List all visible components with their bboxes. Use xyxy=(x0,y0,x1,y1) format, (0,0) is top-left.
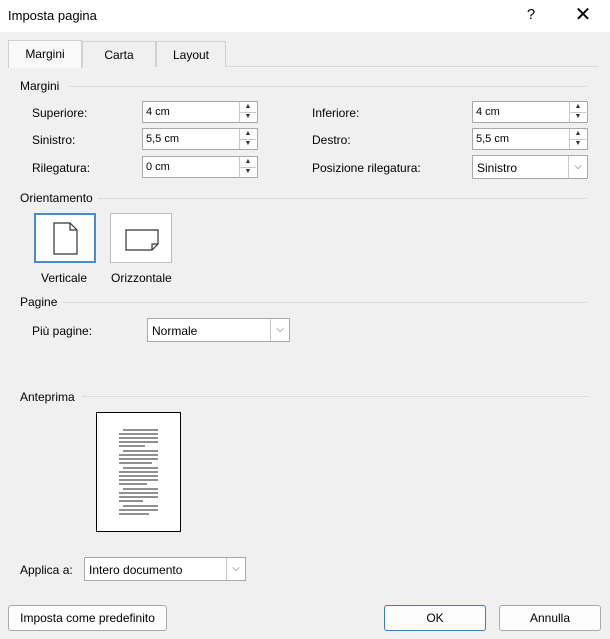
margins-separator xyxy=(68,86,588,87)
cancel-button[interactable]: Annulla xyxy=(499,605,601,631)
spinner-buttons: ▲ ▼ xyxy=(569,102,587,122)
bottom-margin-spinner[interactable]: 4 cm ▲ ▼ xyxy=(472,101,588,123)
pages-section-label: Pagine xyxy=(20,295,58,309)
set-default-button[interactable]: Imposta come predefinito xyxy=(8,605,167,631)
preview-text-lines xyxy=(119,429,158,515)
top-margin-spinner[interactable]: 4 cm ▲ ▼ xyxy=(142,101,258,123)
left-margin-spinner[interactable]: 5,5 cm ▲ ▼ xyxy=(142,128,258,150)
pages-separator xyxy=(62,302,588,303)
portrait-button[interactable] xyxy=(34,213,96,263)
left-margin-value[interactable]: 5,5 cm xyxy=(146,133,179,145)
tab-carta[interactable]: Carta xyxy=(82,41,156,67)
tab-margini[interactable]: Margini xyxy=(8,40,82,68)
page-preview xyxy=(96,412,181,532)
right-margin-value[interactable]: 5,5 cm xyxy=(476,133,509,145)
gutter-value[interactable]: 0 cm xyxy=(146,161,170,173)
spin-down-icon[interactable]: ▼ xyxy=(570,112,586,122)
portrait-label[interactable]: Verticale xyxy=(41,271,87,285)
ok-button[interactable]: OK xyxy=(384,605,486,631)
gutter-position-value: Sinistro xyxy=(477,161,518,175)
orientation-separator xyxy=(98,198,588,199)
landscape-button[interactable] xyxy=(110,213,172,263)
portrait-page-icon xyxy=(53,222,78,255)
chevron-down-icon[interactable]: ⌵ xyxy=(568,156,587,178)
right-margin-spinner[interactable]: 5,5 cm ▲ ▼ xyxy=(472,128,588,150)
landscape-label[interactable]: Orizzontale xyxy=(111,271,172,285)
tab-layout[interactable]: Layout xyxy=(156,41,226,67)
apply-to-select[interactable]: Intero documento ⌵ xyxy=(84,557,246,581)
preview-separator xyxy=(82,396,588,397)
preview-section-label: Anteprima xyxy=(20,390,75,404)
spin-down-icon[interactable]: ▼ xyxy=(240,139,256,149)
multiple-pages-label: Più pagine: xyxy=(32,324,93,338)
landscape-page-icon xyxy=(125,229,159,251)
spinner-buttons: ▲ ▼ xyxy=(239,102,257,122)
spinner-buttons: ▲ ▼ xyxy=(569,129,587,149)
bottom-margin-label: Inferiore: xyxy=(312,106,360,120)
apply-to-label: Applica a: xyxy=(20,563,73,577)
close-icon[interactable]: ✕ xyxy=(572,2,594,27)
gutter-position-label: Posizione rilegatura: xyxy=(312,161,421,175)
gutter-position-select[interactable]: Sinistro ⌵ xyxy=(472,155,588,179)
spinner-buttons: ▲ ▼ xyxy=(239,129,257,149)
spin-down-icon[interactable]: ▼ xyxy=(570,139,586,149)
top-margin-label: Superiore: xyxy=(32,106,88,120)
orientation-section-label: Orientamento xyxy=(20,191,93,205)
gutter-label: Rilegatura: xyxy=(32,161,91,175)
chevron-down-icon[interactable]: ⌵ xyxy=(226,558,245,580)
gutter-spinner[interactable]: 0 cm ▲ ▼ xyxy=(142,156,258,178)
bottom-margin-value[interactable]: 4 cm xyxy=(476,106,500,118)
spinner-buttons: ▲ ▼ xyxy=(239,157,257,177)
dialog-title: Imposta pagina xyxy=(8,8,97,23)
spin-down-icon[interactable]: ▼ xyxy=(240,167,256,177)
multiple-pages-select[interactable]: Normale ⌵ xyxy=(147,318,290,342)
spin-down-icon[interactable]: ▼ xyxy=(240,112,256,122)
chevron-down-icon[interactable]: ⌵ xyxy=(270,319,289,341)
top-margin-value[interactable]: 4 cm xyxy=(146,106,170,118)
right-margin-label: Destro: xyxy=(312,133,351,147)
help-icon[interactable]: ? xyxy=(524,6,538,23)
multiple-pages-value: Normale xyxy=(152,324,198,338)
apply-to-value: Intero documento xyxy=(89,563,183,577)
margins-section-label: Margini xyxy=(20,79,60,93)
left-margin-label: Sinistro: xyxy=(32,133,76,147)
